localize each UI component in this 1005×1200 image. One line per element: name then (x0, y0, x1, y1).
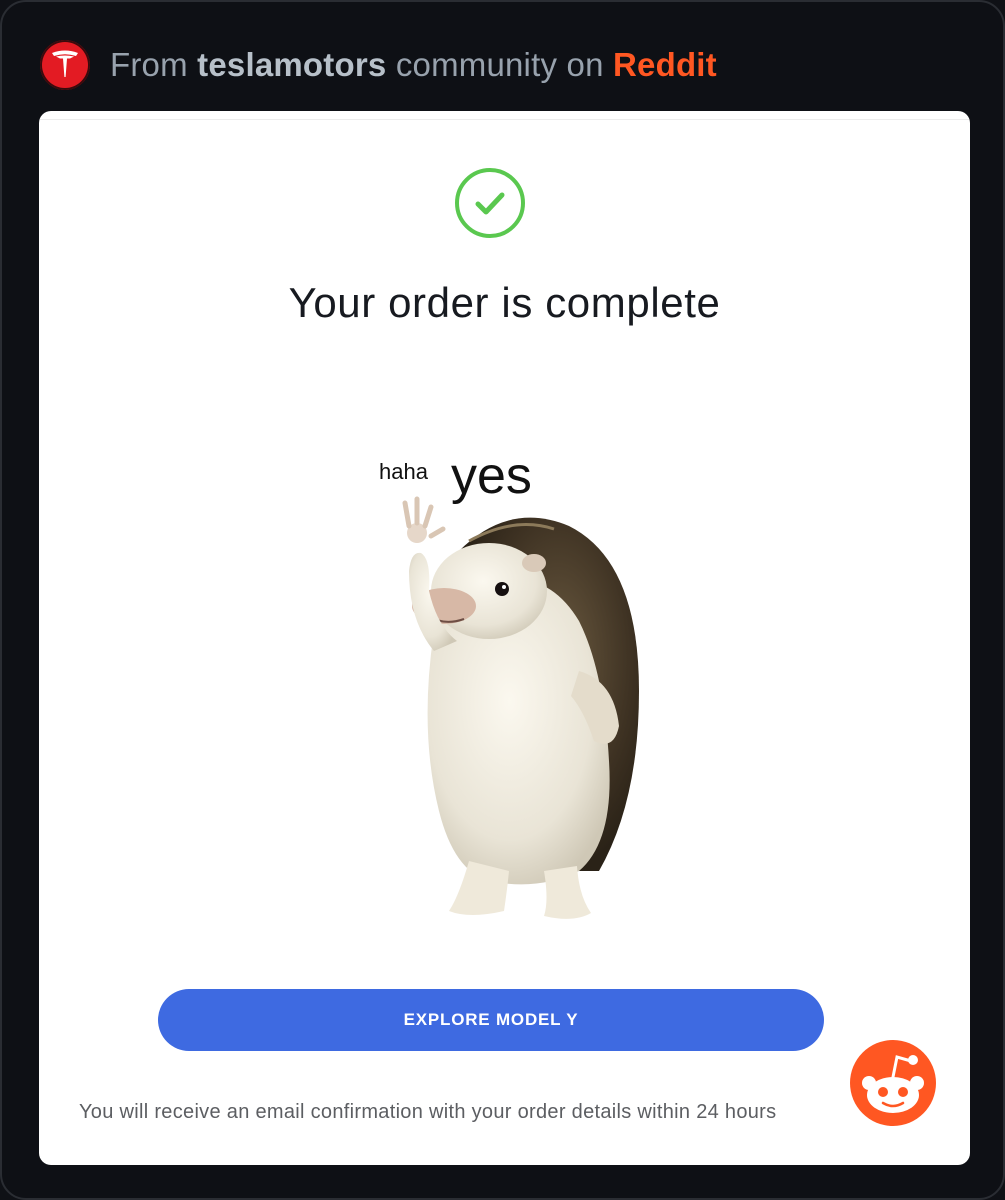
source-prefix: From (110, 46, 188, 83)
reddit-snoo-icon (850, 1040, 936, 1126)
page-title: Your order is complete (288, 279, 721, 326)
hedgehog-image (402, 496, 639, 919)
source-header: From teslamotors community on Reddit (40, 40, 717, 90)
post-frame: From teslamotors community on Reddit You… (0, 0, 1005, 1200)
community-link[interactable]: teslamotors (197, 46, 386, 83)
platform-link[interactable]: Reddit (613, 46, 717, 83)
order-confirmation-card: Your order is complete haha yes EXPLORE … (39, 111, 970, 1165)
source-line: From teslamotors community on Reddit (110, 46, 717, 84)
email-confirmation-note: You will receive an email confirmation w… (79, 1101, 777, 1123)
tesla-logo-icon (40, 40, 90, 90)
explore-model-y-button[interactable]: EXPLORE MODEL Y (158, 989, 824, 1051)
checkmark-circle-icon (455, 168, 525, 238)
card-divider (39, 119, 970, 120)
source-middle: community on (395, 46, 604, 83)
